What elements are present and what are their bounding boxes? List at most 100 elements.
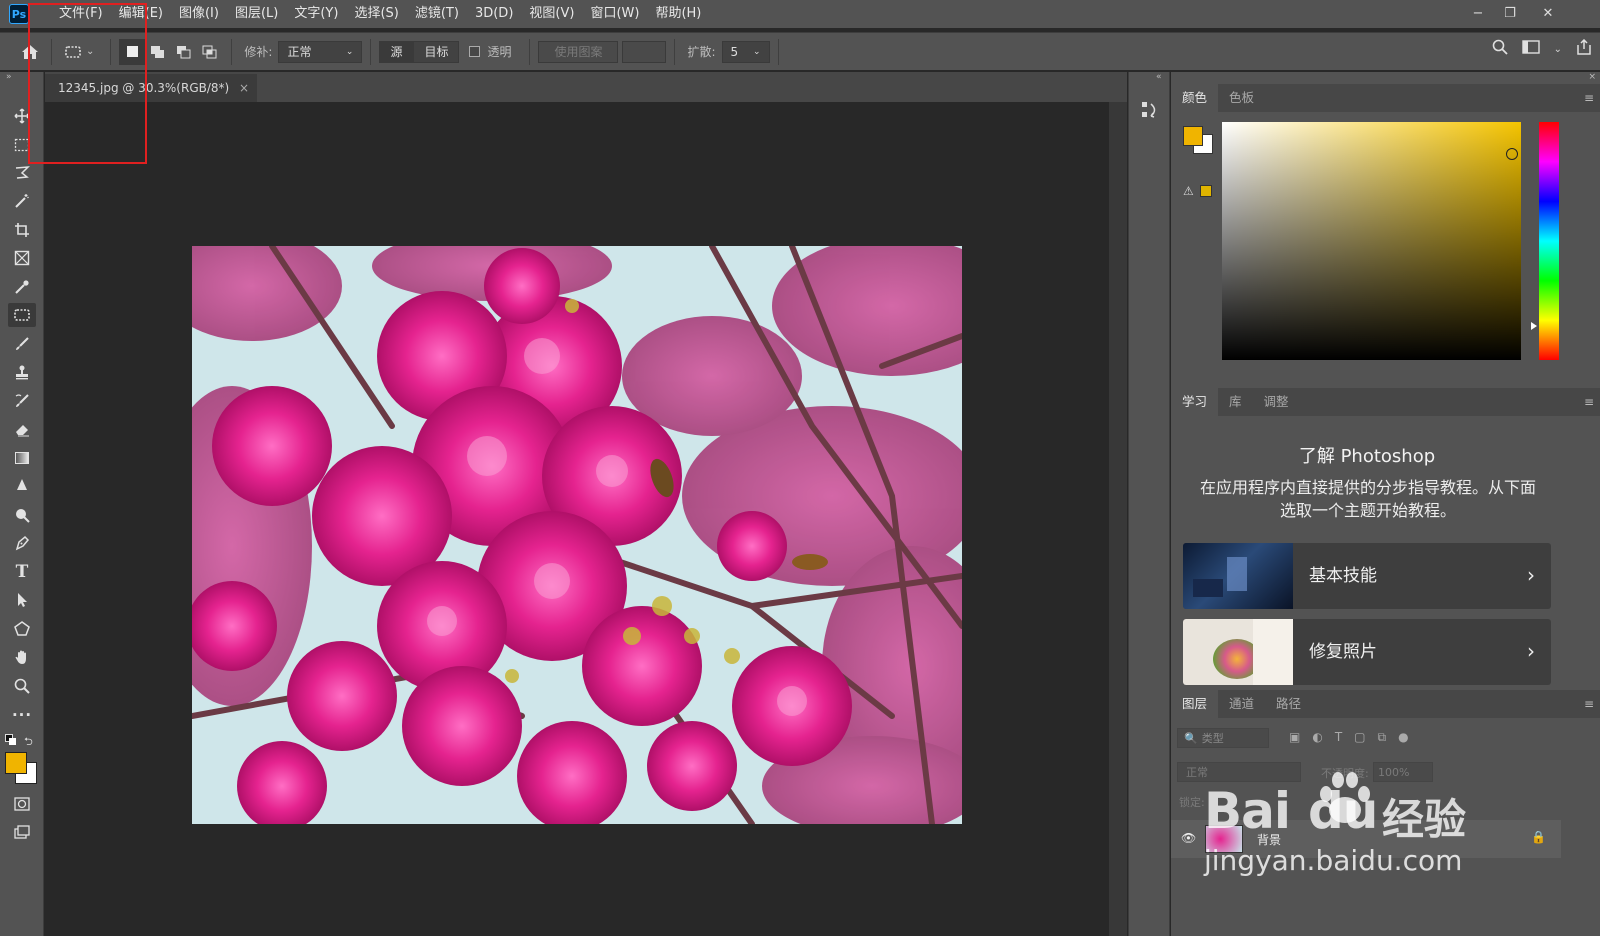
hand-tool-icon[interactable] <box>8 645 36 669</box>
menu-item-10[interactable]: 帮助(H) <box>647 0 709 28</box>
tab-adjustments[interactable]: 调整 <box>1253 388 1300 416</box>
menu-item-5[interactable]: 选择(S) <box>346 0 406 28</box>
menu-item-8[interactable]: 视图(V) <box>521 0 582 28</box>
brush-tool-icon[interactable] <box>8 332 36 356</box>
expand-icon[interactable]: » <box>6 72 12 82</box>
panel-menu-icon[interactable]: ≡ <box>1584 91 1594 105</box>
subtract-selection-icon[interactable] <box>171 39 197 65</box>
learn-card-label: 修复照片 <box>1309 642 1377 662</box>
more-tools-icon[interactable]: ··· <box>8 703 36 727</box>
filter-shape-icon[interactable]: ▢ <box>1354 730 1365 745</box>
gradient-tool-icon[interactable] <box>8 446 36 470</box>
menu-bar: Ps 文件(F) 编辑(E) 图像(I) 图层(L) 文字(Y) 选择(S) 滤镜(T) 3D… <box>0 0 1600 28</box>
lasso-tool-icon[interactable] <box>8 161 36 185</box>
tab-swatches[interactable]: 色板 <box>1218 84 1265 112</box>
transparent-checkbox[interactable] <box>469 46 481 57</box>
source-button[interactable]: 源 <box>379 40 414 63</box>
filter-pixel-icon[interactable]: ▣ <box>1289 730 1300 745</box>
eye-icon[interactable]: 👁 <box>1181 831 1196 845</box>
minimize-button[interactable]: − <box>1462 0 1494 26</box>
close-window-button[interactable]: ✕ <box>1532 0 1564 26</box>
history-brush-tool-icon[interactable] <box>8 389 36 413</box>
learn-panel-tabs: 学习 库 调整 ≡ <box>1171 388 1600 416</box>
collapse-icon[interactable]: « <box>1156 72 1162 82</box>
color-field[interactable] <box>1222 122 1521 360</box>
screen-mode-icon[interactable] <box>8 821 36 845</box>
tab-color[interactable]: 颜色 <box>1171 84 1219 112</box>
learn-card-photo-repair[interactable]: 修复照片 › <box>1183 619 1551 685</box>
vertical-scrollbar[interactable] <box>1109 102 1127 936</box>
path-selection-tool-icon[interactable] <box>8 588 36 612</box>
eyedropper-tool-icon[interactable] <box>8 275 36 299</box>
lock-icon[interactable]: 🔒 <box>1531 830 1546 844</box>
chevron-down-icon[interactable]: ⌄ <box>1554 44 1562 55</box>
blur-tool-icon[interactable] <box>8 474 36 498</box>
watermark-paw-icon <box>1316 770 1372 826</box>
layers-panel-tabs: 图层 通道 路径 ≡ <box>1171 690 1600 718</box>
watermark-brand: Bai <box>1204 782 1291 840</box>
history-icon[interactable] <box>1141 100 1159 124</box>
menu-item-4[interactable]: 文字(Y) <box>286 0 346 28</box>
quick-mask-icon[interactable] <box>8 792 36 816</box>
tab-paths[interactable]: 路径 <box>1265 690 1312 718</box>
learn-card-basic-skills[interactable]: 基本技能 › <box>1183 543 1551 609</box>
eraser-tool-icon[interactable] <box>8 417 36 441</box>
hue-slider-handle[interactable] <box>1531 322 1537 330</box>
pattern-picker[interactable] <box>622 40 667 63</box>
watermark-url: jingyan.baidu.com <box>1204 844 1463 877</box>
swap-colors-icon[interactable]: ⮌ <box>24 733 33 752</box>
basic-skills-thumbnail <box>1183 543 1293 609</box>
filter-adjustment-icon[interactable]: ◐ <box>1312 730 1322 745</box>
magic-wand-tool-icon[interactable] <box>8 189 36 213</box>
color-panel-tabs: 颜色 色板 ≡ <box>1171 84 1600 112</box>
highlight-box <box>28 3 147 164</box>
foreground-color-swatch[interactable] <box>5 752 27 774</box>
type-tool-icon[interactable]: T <box>8 560 36 584</box>
dodge-tool-icon[interactable] <box>8 503 36 527</box>
gamut-color-swatch[interactable] <box>1200 185 1212 197</box>
menu-item-6[interactable]: 滤镜(T) <box>407 0 467 28</box>
close-tab-icon[interactable]: × <box>239 81 249 95</box>
frame-tool-icon[interactable] <box>8 246 36 270</box>
menu-item-3[interactable]: 图层(L) <box>227 0 286 28</box>
clone-stamp-tool-icon[interactable] <box>8 360 36 384</box>
share-icon[interactable] <box>1576 38 1592 59</box>
zoom-tool-icon[interactable] <box>8 674 36 698</box>
workspace-icon[interactable] <box>1521 40 1540 58</box>
panel-menu-icon[interactable]: ≡ <box>1584 697 1594 711</box>
repair-mode-select[interactable]: 正常 ⌄ <box>278 40 363 63</box>
document-image[interactable] <box>192 246 962 824</box>
crop-tool-icon[interactable] <box>8 218 36 242</box>
gamut-warning-icon[interactable]: ⚠ <box>1183 184 1194 198</box>
filter-smart-object-icon[interactable]: ⧉ <box>1378 730 1387 745</box>
shape-tool-icon[interactable] <box>8 617 36 641</box>
patch-tool-icon[interactable] <box>8 303 36 327</box>
diffusion-select[interactable]: 5 ⌄ <box>721 40 770 63</box>
intersect-selection-icon[interactable] <box>197 39 223 65</box>
menu-item-2[interactable]: 图像(I) <box>171 0 227 28</box>
restore-button[interactable]: ❐ <box>1494 0 1526 26</box>
panel-close-icon[interactable]: × <box>1588 72 1596 82</box>
panel-menu-icon[interactable]: ≡ <box>1584 395 1594 409</box>
use-pattern-button[interactable]: 使用图案 <box>538 40 619 63</box>
tab-channels[interactable]: 通道 <box>1218 690 1265 718</box>
learn-description: 在应用程序内直接提供的分步指导教程。从下面选取一个主题开始教程。 <box>1199 478 1536 520</box>
photo-repair-thumbnail <box>1183 619 1293 685</box>
filter-toggle-icon[interactable]: ● <box>1398 730 1408 745</box>
hue-slider[interactable] <box>1539 122 1559 360</box>
layer-filter-select[interactable]: 🔍 类型 <box>1177 728 1269 748</box>
color-panel-foreground-swatch[interactable] <box>1183 126 1203 146</box>
target-button[interactable]: 目标 <box>413 40 460 63</box>
color-picker-handle[interactable] <box>1506 148 1518 160</box>
add-selection-icon[interactable] <box>145 39 171 65</box>
tab-learn[interactable]: 学习 <box>1171 388 1219 416</box>
tab-libraries[interactable]: 库 <box>1218 388 1253 416</box>
filter-type-icon[interactable]: T <box>1335 730 1342 745</box>
menu-item-7[interactable]: 3D(D) <box>467 0 521 28</box>
pen-tool-icon[interactable] <box>8 531 36 555</box>
tab-layers[interactable]: 图层 <box>1171 690 1219 718</box>
menu-item-9[interactable]: 窗口(W) <box>582 0 647 28</box>
search-icon[interactable] <box>1492 39 1508 59</box>
document-tab-bar: 12345.jpg @ 30.3%(RGB/8*) × <box>45 72 1127 102</box>
default-colors-icon[interactable] <box>5 734 17 750</box>
